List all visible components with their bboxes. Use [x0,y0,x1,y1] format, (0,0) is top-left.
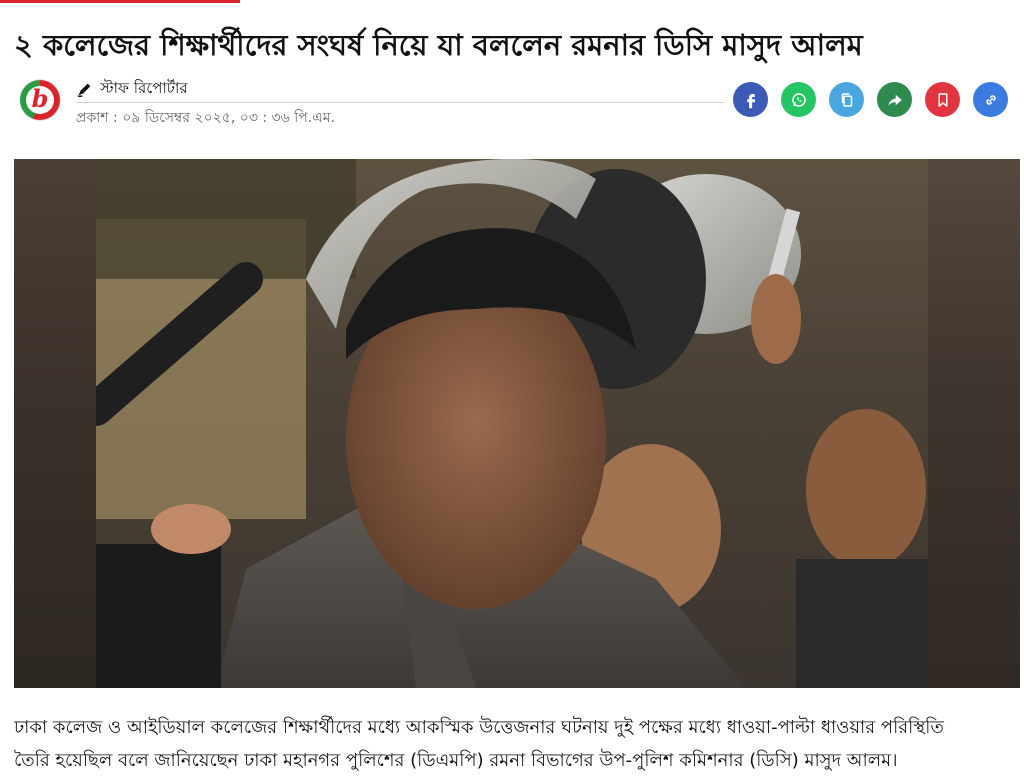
share-button[interactable] [877,82,912,117]
link-icon [985,94,996,105]
photo-blur-left [14,159,96,688]
facebook-share-button[interactable] [733,82,768,117]
logo-glyph: b [31,84,49,113]
article-photo [14,159,1020,688]
photo-blur-right [928,159,1020,688]
copy-link-button[interactable] [973,82,1008,117]
photo-main [79,159,928,688]
copy-button[interactable] [829,82,864,117]
article-body-line: ঢাকা কলেজ ও আইডিয়াল কলেজের শিক্ষার্থীদে… [14,717,944,738]
pen-icon [77,83,91,97]
article-headline: ২ কলেজের শিক্ষার্থীদের সংঘর্ষ নিয়ে যা ব… [14,28,863,63]
whatsapp-icon [791,92,806,107]
share-bar [733,82,1021,117]
publish-date: প্রকাশ : ০৯ ডিসেম্বর ২০২৫, ০৩ : ৩৬ পি.এম… [76,110,336,126]
publisher-logo[interactable]: b [20,80,60,120]
whatsapp-share-button[interactable] [781,82,816,117]
author-row: স্টাফ রিপোর্টার [76,78,188,100]
top-accent-bar [0,0,240,3]
bookmark-button[interactable] [925,82,960,117]
share-icon [887,94,902,106]
byline: b স্টাফ রিপোর্টার প্রকাশ : ০৯ ডিসেম্বর ২… [20,76,1020,130]
copy-icon [841,92,852,107]
author-name[interactable]: স্টাফ রিপোর্টার [100,77,188,102]
article-body-line: তৈরি হয়েছিল বলে জানিয়েছেন ঢাকা মহানগর … [14,750,898,771]
article-body: ঢাকা কলেজ ও আইডিয়াল কলেজের শিক্ষার্থীদে… [14,711,1014,777]
byline-divider [76,102,724,103]
photo-scene [79,159,928,688]
bookmark-icon [938,92,947,107]
facebook-icon [746,93,755,108]
